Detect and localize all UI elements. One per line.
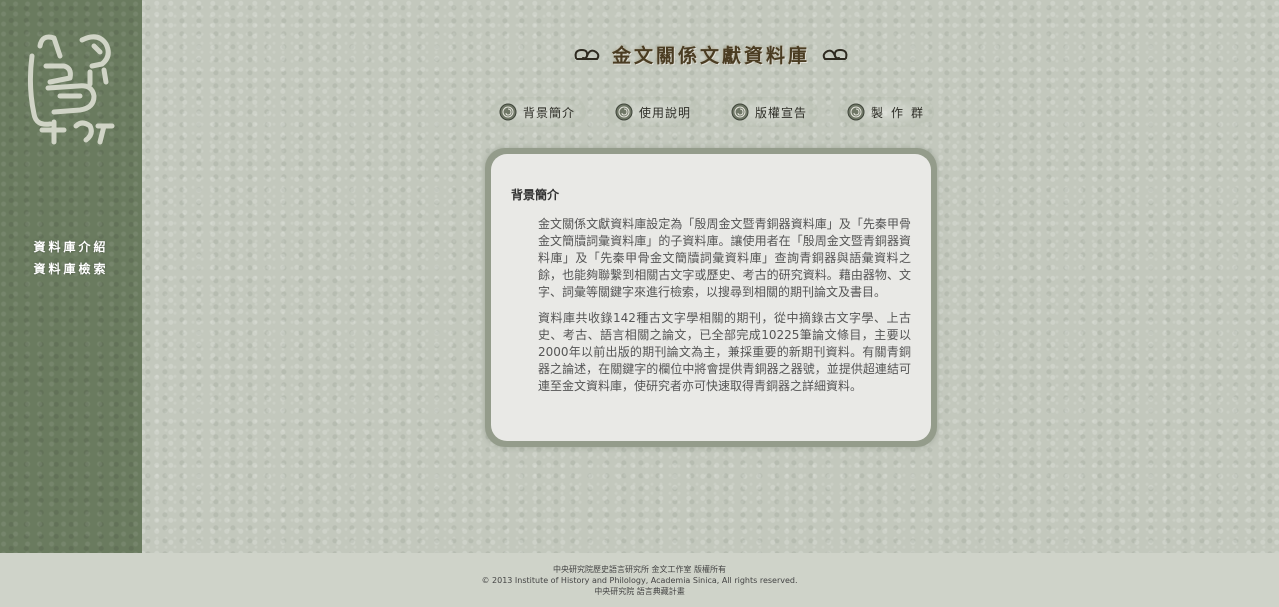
footer-copyright-en: © 2013 Institute of History and Philolog… <box>481 576 798 585</box>
tab-label: 使用說明 <box>639 105 692 120</box>
tab-background[interactable]: 背景簡介 <box>490 97 586 127</box>
side-nav: 資料庫介紹 資料庫檢索 <box>0 236 142 280</box>
spiral-coin-icon <box>615 103 633 121</box>
content-paragraph: 金文關係文獻資料庫設定為「殷周金文暨青銅器資料庫」及「先秦甲骨金文簡牘詞彙資料庫… <box>538 217 911 299</box>
footer: 中央研究院歷史語言研究所 金文工作室 版權所有 © 2013 Institute… <box>0 553 1279 607</box>
sidebar: 資料庫介紹 資料庫檢索 <box>0 0 142 553</box>
footer-copyright-zh: 中央研究院歷史語言研究所 金文工作室 版權所有 <box>552 565 727 574</box>
tab-bar: 背景簡介 使用說明 版權宣告 製作群 <box>490 97 934 127</box>
spiral-coin-icon <box>731 103 749 121</box>
tab-label: 背景簡介 <box>523 105 576 120</box>
sidebar-link-introduction[interactable]: 資料庫介紹 <box>0 236 142 258</box>
page-header: 金文關係文獻資料庫 <box>570 38 852 70</box>
tab-credits[interactable]: 製作群 <box>838 97 934 127</box>
content-panel: 背景簡介 金文關係文獻資料庫設定為「殷周金文暨青銅器資料庫」及「先秦甲骨金文簡牘… <box>491 154 931 441</box>
tab-copyright[interactable]: 版權宣告 <box>722 97 818 127</box>
spiral-coin-icon <box>499 103 517 121</box>
spiral-coin-icon <box>847 103 865 121</box>
sidebar-link-search[interactable]: 資料庫檢索 <box>0 258 142 280</box>
section-title: 背景簡介 <box>511 188 560 202</box>
tab-label: 製作群 <box>871 105 932 120</box>
cloud-scroll-icon <box>822 48 848 60</box>
tab-label: 版權宣告 <box>755 105 808 120</box>
tab-usage[interactable]: 使用說明 <box>606 97 702 127</box>
cloud-scroll-icon <box>574 48 600 60</box>
bronze-script-logo-icon <box>27 34 115 145</box>
page-title: 金文關係文獻資料庫 <box>611 44 810 67</box>
content-paragraph: 資料庫共收錄142種古文字學相關的期刊，從中摘錄古文字學、上古史、考古、語言相關… <box>538 311 911 393</box>
footer-project: 中央研究院 語言典藏計畫 <box>594 587 685 596</box>
